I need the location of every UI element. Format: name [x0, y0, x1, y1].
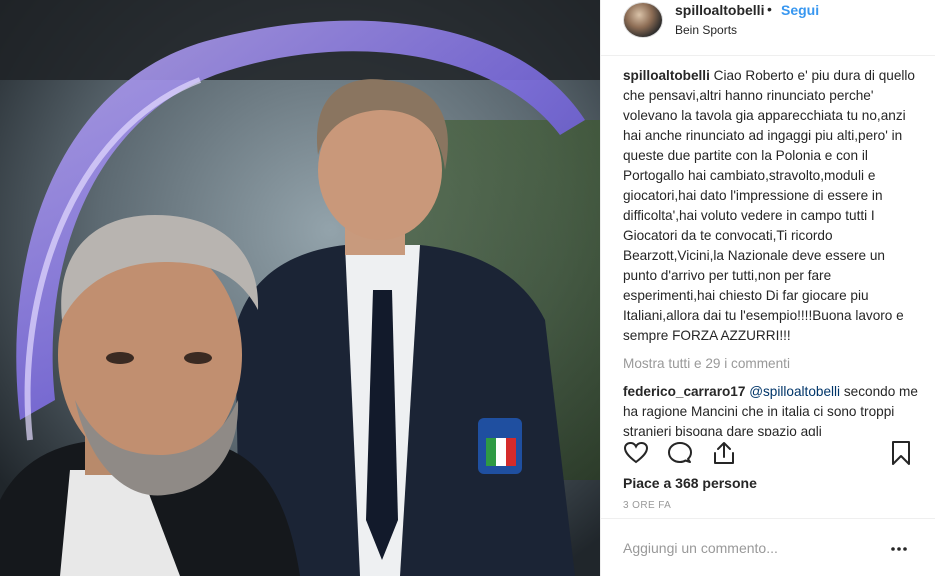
- likes-count[interactable]: Piace a 368 persone: [623, 475, 757, 491]
- caption-username[interactable]: spilloaltobelli: [623, 68, 710, 83]
- follow-button[interactable]: Segui: [781, 2, 819, 18]
- post-timestamp[interactable]: 3 ORE FA: [623, 500, 671, 511]
- caption: spilloaltobelli Ciao Roberto e' piu dura…: [623, 66, 918, 346]
- post-header: spilloaltobelli • Segui Bein Sports: [601, 0, 935, 56]
- view-all-comments-link[interactable]: Mostra tutti e 29 i commenti: [623, 354, 918, 374]
- comment-username[interactable]: federico_carraro17: [623, 384, 745, 399]
- share-icon[interactable]: [711, 440, 737, 466]
- header-username[interactable]: spilloaltobelli: [675, 2, 764, 18]
- location-link[interactable]: Bein Sports: [675, 23, 737, 37]
- header-separator: •: [767, 1, 772, 17]
- action-bar: [623, 440, 918, 468]
- comment-icon[interactable]: [667, 440, 693, 466]
- more-options-icon[interactable]: [890, 540, 908, 558]
- caption-text: Ciao Roberto e' piu dura di quello che p…: [623, 68, 915, 343]
- comment-item: federico_carraro17 @spilloaltobelli seco…: [623, 382, 918, 436]
- add-comment-bar: [601, 518, 935, 576]
- heart-icon[interactable]: [623, 440, 649, 466]
- post-photo[interactable]: [0, 0, 600, 576]
- avatar[interactable]: [623, 2, 663, 38]
- comment-input[interactable]: [623, 537, 873, 559]
- photo-illustration: [0, 0, 600, 576]
- bookmark-icon[interactable]: [888, 440, 914, 466]
- post-sidebar: spilloaltobelli • Segui Bein Sports spil…: [600, 0, 935, 576]
- comments-section[interactable]: spilloaltobelli Ciao Roberto e' piu dura…: [623, 66, 918, 436]
- comment-mention[interactable]: @spilloaltobelli: [749, 384, 840, 399]
